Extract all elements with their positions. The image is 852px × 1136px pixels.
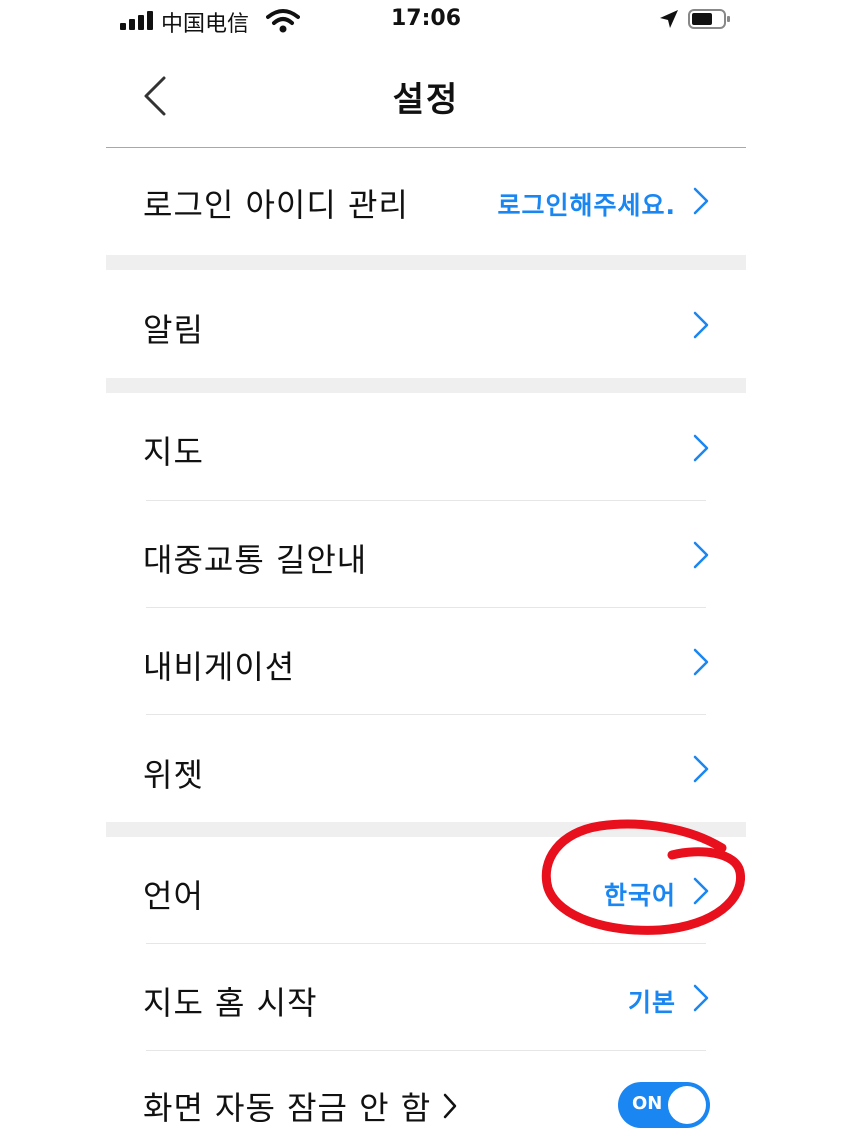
settings-row-navigation[interactable]: 내비게이션 (106, 608, 746, 714)
toggle-state-label: ON (632, 1093, 663, 1114)
toggle-knob (668, 1086, 706, 1124)
row-label: 지도 (143, 433, 204, 471)
settings-row-transit[interactable]: 대중교통 길안내 (106, 501, 746, 607)
row-label: 화면 자동 잠금 안 함 (143, 1089, 432, 1127)
row-value: 로그인해주세요. (497, 191, 676, 220)
row-label: 로그인 아이디 관리 (143, 186, 409, 224)
screen-lock-toggle[interactable]: ON (618, 1082, 710, 1128)
chevron-right-icon (693, 187, 709, 215)
status-bar: 中国电信 17:06 (106, 0, 746, 44)
section-divider (106, 378, 746, 393)
row-label: 내비게이션 (143, 648, 296, 686)
page-title: 설정 (392, 80, 460, 120)
row-label: 언어 (143, 877, 204, 915)
settings-row-login[interactable]: 로그인 아이디 관리 로그인해주세요. (106, 148, 746, 254)
location-arrow-icon (660, 10, 678, 28)
settings-row-widget[interactable]: 위젯 (106, 715, 746, 822)
chevron-right-icon (693, 434, 709, 462)
chevron-right-icon[interactable] (442, 1092, 458, 1120)
settings-row-map[interactable]: 지도 (106, 393, 746, 500)
navigation-bar: 설정 (106, 44, 746, 148)
settings-row-map-home[interactable]: 지도 홈 시작 기본 (106, 944, 746, 1050)
status-time: 17:06 (390, 6, 462, 31)
section-divider (106, 822, 746, 837)
row-label: 대중교통 길안내 (143, 541, 368, 579)
chevron-right-icon (693, 541, 709, 569)
chevron-right-icon (693, 648, 709, 676)
row-label: 지도 홈 시작 (143, 984, 318, 1022)
chevron-right-icon (693, 877, 709, 905)
settings-row-notifications[interactable]: 알림 (106, 270, 746, 378)
section-divider (106, 255, 746, 270)
chevron-right-icon (693, 311, 709, 339)
row-value: 기본 (627, 988, 676, 1017)
settings-row-language[interactable]: 언어 한국어 (106, 837, 746, 943)
row-label: 위젯 (143, 756, 204, 794)
chevron-right-icon (693, 755, 709, 783)
row-value: 한국어 (603, 881, 676, 910)
battery-icon (688, 9, 730, 29)
settings-row-screen-lock: 화면 자동 잠금 안 함 ON (106, 1051, 746, 1136)
row-label: 알림 (143, 311, 204, 349)
settings-screen: 中国电信 17:06 설정 로그인 아이디 관리 로그인해주세요. 알림 지도 … (106, 0, 746, 1136)
chevron-right-icon (693, 984, 709, 1012)
